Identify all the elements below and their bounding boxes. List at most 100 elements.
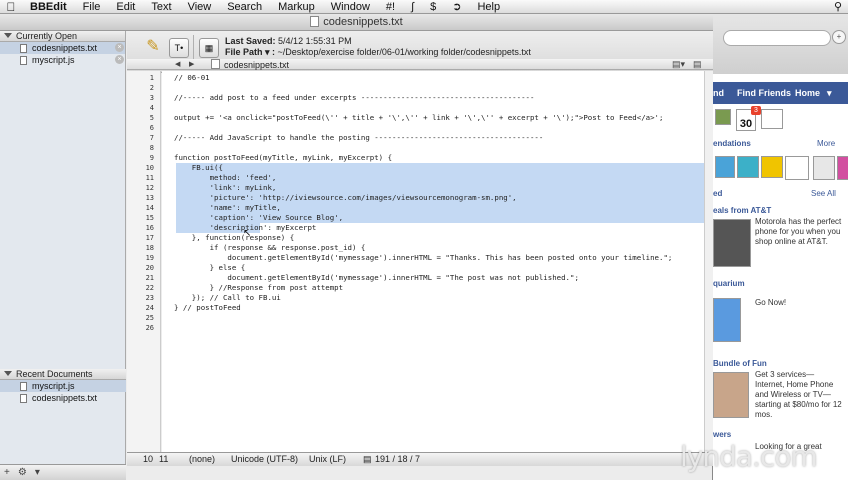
code-line[interactable]: 'name': myTitle, (174, 203, 281, 213)
menu-markup[interactable]: Markup (270, 1, 323, 13)
file-icon (20, 44, 27, 53)
dollar-menu-icon[interactable]: $ (422, 1, 444, 13)
line-indicator: 10 (143, 454, 154, 464)
menu-help[interactable]: Help (469, 1, 508, 13)
code-line[interactable]: // 06-01 (174, 73, 210, 83)
current-file-popup[interactable]: codesnippets.txt (211, 59, 289, 71)
open-doc-codesnippets[interactable]: codesnippets.txt × (0, 42, 125, 54)
close-document-icon[interactable]: × (115, 43, 124, 52)
game-icon[interactable] (761, 156, 783, 178)
bundle-ad-image[interactable] (713, 372, 749, 418)
game-icon[interactable] (837, 156, 848, 180)
forward-arrow-icon[interactable]: ▶ (189, 59, 194, 70)
document-stats: 191 / 18 / 7 (375, 454, 421, 464)
browser-search-field[interactable] (723, 30, 831, 46)
code-line[interactable]: //----- add post to a feed under excerpt… (174, 93, 534, 103)
file-path-value: ~/Desktop/exercise folder/06-01/working … (277, 47, 531, 57)
text-editor[interactable]: // 06-01 //----- add post to a feed under… (162, 71, 704, 461)
menu-search[interactable]: Search (219, 1, 270, 13)
function-menu-icon[interactable]: ▤▾ (672, 59, 685, 70)
code-line[interactable]: }); // Call to FB.ui (174, 293, 281, 303)
text-options-button[interactable]: T• (169, 38, 189, 58)
mouse-cursor-icon: ↖ (243, 228, 252, 239)
recent-doc-codesnippets[interactable]: codesnippets.txt (0, 392, 126, 404)
code-line[interactable]: FB.ui({ (174, 163, 223, 173)
code-line[interactable]: output += '<a onclick="postToFeed(\'' + … (174, 113, 663, 123)
code-line[interactable]: if (response && response.post_id) { (174, 243, 366, 253)
code-line[interactable]: //----- Add JavaScript to handle the pos… (174, 133, 543, 143)
app-icon[interactable] (715, 109, 731, 125)
game-icon[interactable] (715, 156, 735, 178)
phone-ad-image[interactable] (713, 219, 751, 267)
code-line[interactable]: } else { (174, 263, 246, 273)
close-document-icon[interactable]: × (115, 55, 124, 64)
line-number: 3 (149, 94, 154, 102)
menu-window[interactable]: Window (323, 1, 378, 13)
menu-shebang[interactable]: #! (378, 1, 403, 13)
line-number: 16 (145, 224, 154, 232)
code-line[interactable]: method: 'feed', (174, 173, 277, 183)
chevron-down-icon[interactable]: ▾ (827, 82, 832, 104)
navigation-bar: ◀ ▶ codesnippets.txt ▤▾ ▤ (127, 59, 713, 70)
see-all-link[interactable]: See All (811, 189, 836, 199)
aquarium-ad-image[interactable] (713, 298, 741, 342)
code-line[interactable]: function postToFeed(myTitle, myLink, myE… (174, 153, 392, 163)
script-menu-icon[interactable]: ➲ (444, 0, 469, 13)
window-titlebar: codesnippets.txt (0, 14, 713, 31)
fb-nav-find-friends[interactable]: Find Friends (737, 82, 791, 104)
menu-text[interactable]: Text (143, 1, 179, 13)
more-link[interactable]: More (817, 139, 835, 149)
fb-nav-home[interactable]: Home (795, 82, 820, 104)
add-document-button[interactable]: + (0, 467, 14, 478)
game-icon[interactable] (737, 156, 759, 178)
line-number: 17 (145, 234, 154, 242)
code-line[interactable]: }, function(response) { (174, 233, 294, 243)
menu-app[interactable]: BBEdit (22, 1, 75, 13)
split-view-icon[interactable]: ▤ (693, 59, 702, 70)
code-line[interactable]: 'link': myLink, (174, 183, 277, 193)
line-number: 25 (145, 314, 154, 322)
file-path-label[interactable]: File Path ▾ : (225, 47, 275, 57)
menu-edit[interactable]: Edit (108, 1, 143, 13)
code-line[interactable]: 'picture': 'http://iviewsource.com/image… (174, 193, 517, 203)
back-arrow-icon[interactable]: ◀ (175, 59, 180, 70)
disclosure-triangle-icon[interactable] (4, 33, 12, 38)
fb-nav-item[interactable]: nd (713, 82, 724, 104)
browser-toolbar: + (713, 14, 848, 74)
language-popup[interactable]: (none) (189, 453, 215, 466)
code-line[interactable]: 'caption': 'View Source Blog', (174, 213, 344, 223)
chevron-down-icon[interactable]: ▾ (31, 467, 44, 478)
notification-badge: 3 (751, 106, 761, 115)
menu-view[interactable]: View (180, 1, 220, 13)
open-doc-myscript[interactable]: myscript.js × (0, 54, 125, 66)
lynda-watermark: lynda.com (680, 440, 818, 473)
document-info-button[interactable]: ▦ (199, 38, 219, 58)
pool-game-icon[interactable] (785, 156, 809, 180)
line-endings-popup[interactable]: Unix (LF) (309, 453, 346, 466)
code-line[interactable]: } // postToFeed (174, 303, 241, 313)
pencil-icon[interactable]: ✎ (143, 38, 163, 58)
code-line[interactable]: } //Response from post attempt (174, 283, 344, 293)
vertical-scrollbar[interactable] (704, 71, 713, 461)
code-line[interactable]: document.getElementById('mymessage').inn… (174, 273, 579, 283)
disclosure-triangle-icon[interactable] (4, 371, 12, 376)
gear-icon[interactable]: ⚙ (14, 467, 31, 478)
code-line[interactable]: document.getElementById('mymessage').inn… (174, 253, 672, 263)
recent-doc-myscript[interactable]: myscript.js (0, 380, 126, 392)
plus-icon[interactable]: + (832, 30, 846, 44)
line-number: 20 (145, 264, 154, 272)
encoding-popup[interactable]: Unicode (UTF-8) (231, 453, 298, 466)
open-documents-header[interactable]: Currently Open Documents (0, 31, 125, 52)
ad-title[interactable]: quarium (713, 279, 745, 289)
ad-title[interactable]: eals from AT&T (713, 206, 771, 216)
file-icon (20, 394, 27, 403)
poker-icon[interactable] (761, 109, 783, 129)
scripts-menu-icon[interactable]: ∫ (403, 1, 422, 13)
spotlight-search-icon[interactable]: ⚲ (828, 0, 848, 13)
apple-menu-icon[interactable]:  (0, 0, 22, 14)
ad-title[interactable]: Bundle of Fun (713, 359, 767, 369)
recent-documents-header[interactable]: Recent Documents (0, 369, 126, 380)
line-number: 22 (145, 284, 154, 292)
game-icon[interactable] (813, 156, 835, 180)
menu-file[interactable]: File (75, 1, 109, 13)
